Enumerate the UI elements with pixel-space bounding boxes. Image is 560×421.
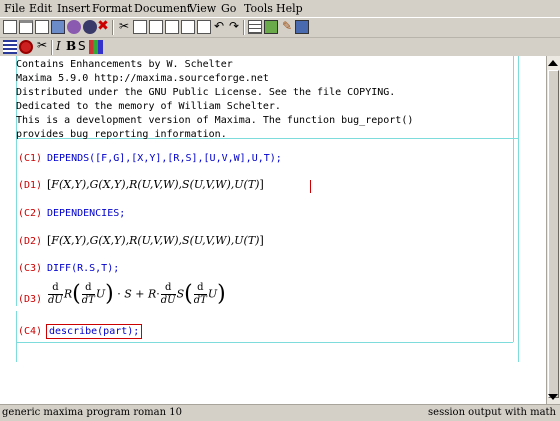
guide-line xyxy=(16,311,17,362)
banner-line: This is a development version of Maxima.… xyxy=(16,115,414,126)
output-label: (D3) xyxy=(18,294,43,305)
stop-icon[interactable] xyxy=(19,40,33,54)
format-toolbar: ✂ I B S xyxy=(0,37,560,57)
banner-line: provides bug reporting information. xyxy=(16,129,227,140)
text-cursor xyxy=(310,180,311,193)
copy-icon[interactable] xyxy=(133,20,147,34)
output-math: [F(X,Y),G(X,Y),R(U,V,W),S(U,V,W),U(T)] xyxy=(47,178,264,191)
italic-icon[interactable]: I xyxy=(56,39,61,53)
new-document-icon[interactable] xyxy=(3,20,17,34)
redo-icon[interactable]: ↷ xyxy=(227,19,241,33)
banner-line: Maxima 5.9.0 http://maxima.sourceforge.n… xyxy=(16,73,269,84)
menu-document[interactable]: Document xyxy=(134,1,191,16)
output-math: d dU R(d dT U) · S + R· d dU S(d dT U) xyxy=(48,281,226,307)
main-toolbar: ✖ ✂ ↶ ↷ ✎ xyxy=(0,17,560,38)
output-label: (D1) xyxy=(18,180,43,191)
web-icon[interactable] xyxy=(83,20,97,34)
table-icon[interactable] xyxy=(248,20,262,34)
menu-tools[interactable]: Tools xyxy=(244,1,273,16)
input-cell[interactable]: DEPENDENCIES; xyxy=(47,208,125,219)
input-cell[interactable]: DIFF(R.S,T); xyxy=(47,263,119,274)
startup-banner: Contains Enhancements by W. Schelter Maxi… xyxy=(16,58,413,142)
image-icon[interactable] xyxy=(264,20,278,34)
scroll-thumb[interactable] xyxy=(548,70,559,398)
active-input-cell[interactable]: describe(part); xyxy=(46,324,143,339)
input-label: (C2) xyxy=(18,208,43,219)
color-icon[interactable] xyxy=(89,40,103,54)
banner-line: Distributed under the GNU Public License… xyxy=(16,87,396,98)
scroll-down-icon[interactable] xyxy=(548,394,558,400)
symbol-icon[interactable] xyxy=(295,20,309,34)
close-doc-icon[interactable]: ✖ xyxy=(96,19,110,33)
menu-bar: File Edit Insert Format Document View Go… xyxy=(0,0,560,17)
input-label: (C4) xyxy=(18,326,43,337)
guide-line xyxy=(16,342,513,343)
guide-line xyxy=(513,56,514,342)
sans-icon[interactable]: S xyxy=(78,39,86,53)
preview-icon[interactable] xyxy=(67,20,81,34)
bold-icon[interactable]: B xyxy=(66,39,76,53)
menu-help[interactable]: Help xyxy=(276,1,303,16)
paragraph-icon[interactable] xyxy=(3,40,17,54)
menu-format[interactable]: Format xyxy=(92,1,132,16)
status-left: generic maxima program roman 10 xyxy=(2,407,182,418)
menu-view[interactable]: View xyxy=(189,1,216,16)
cut-icon[interactable]: ✂ xyxy=(117,19,131,33)
menu-insert[interactable]: Insert xyxy=(57,1,90,16)
scroll-up-icon[interactable] xyxy=(548,60,558,66)
menu-edit[interactable]: Edit xyxy=(29,1,52,16)
vertical-scrollbar[interactable] xyxy=(546,56,560,404)
output-math: [F(X,Y),G(X,Y),R(U,V,W),S(U,V,W),U(T)] xyxy=(47,234,264,247)
save-icon[interactable] xyxy=(35,20,49,34)
menu-file[interactable]: File xyxy=(4,1,25,16)
output-label: (D2) xyxy=(18,236,43,247)
menu-go[interactable]: Go xyxy=(221,1,236,16)
separator xyxy=(51,40,53,55)
find-icon[interactable] xyxy=(165,20,179,34)
replace-icon[interactable] xyxy=(181,20,195,34)
separator xyxy=(112,20,114,35)
status-right: session output with math xyxy=(428,407,556,418)
open-icon[interactable] xyxy=(19,20,33,34)
input-cell[interactable]: DEPENDS([F,G],[X,Y],[R,S],[U,V,W],U,T); xyxy=(47,153,282,164)
input-label: (C1) xyxy=(18,153,43,164)
separator xyxy=(243,20,245,35)
undo-icon[interactable]: ↶ xyxy=(212,19,226,33)
paste-icon[interactable] xyxy=(149,20,163,34)
status-bar: generic maxima program roman 10 session … xyxy=(0,404,560,421)
guide-line xyxy=(518,56,519,362)
pen-icon[interactable]: ✎ xyxy=(280,19,294,33)
scissors-format-icon[interactable]: ✂ xyxy=(35,38,49,52)
document-editor[interactable]: Contains Enhancements by W. Schelter Maxi… xyxy=(0,56,546,404)
banner-line: Contains Enhancements by W. Schelter xyxy=(16,59,233,70)
print-icon[interactable] xyxy=(51,20,65,34)
spell-icon[interactable] xyxy=(197,20,211,34)
banner-line: Dedicated to the memory of William Schel… xyxy=(16,101,281,112)
input-label: (C3) xyxy=(18,263,43,274)
